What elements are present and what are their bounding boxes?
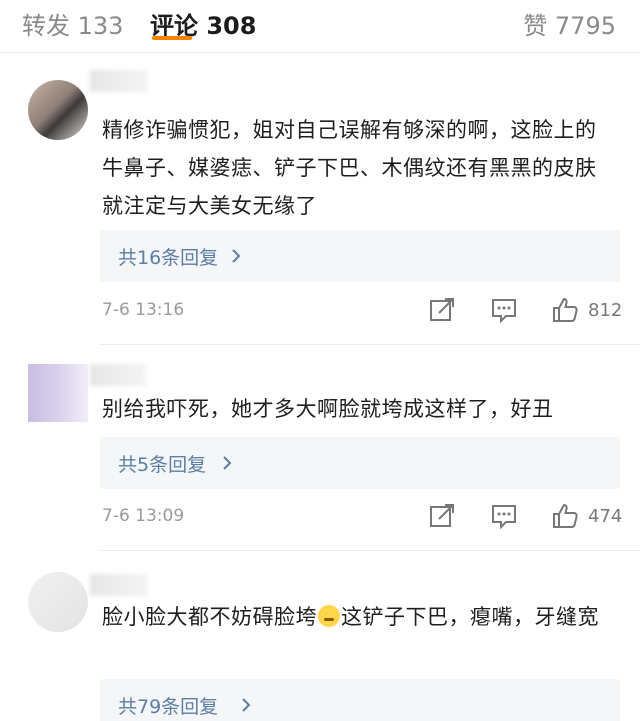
active-tab-indicator <box>152 36 192 40</box>
tab-likes[interactable]: 赞 7795 <box>523 6 616 41</box>
replies-link[interactable]: 共16条回复 <box>100 230 620 282</box>
thinking-face-emoji-icon <box>318 605 340 627</box>
comment-divider <box>100 344 640 345</box>
like-count: 474 <box>588 506 623 527</box>
username-blurred[interactable] <box>90 70 148 92</box>
share-icon[interactable] <box>428 296 456 324</box>
comment-text: 别给我吓死，她才多大啊脸就垮成这样了，好丑 <box>102 397 554 421</box>
like-icon[interactable] <box>551 502 579 530</box>
avatar[interactable] <box>28 80 88 140</box>
like-count: 812 <box>588 300 623 321</box>
comment-icon[interactable] <box>490 502 518 530</box>
replies-link[interactable]: 共5条回复 <box>100 437 620 489</box>
share-icon[interactable] <box>428 502 456 530</box>
username-blurred[interactable] <box>90 574 148 596</box>
avatar[interactable] <box>28 572 88 632</box>
username-blurred[interactable] <box>90 364 146 386</box>
comment-text: 精修诈骗惯犯，姐对自己误解有够深的啊，这脸上的牛鼻子、媒婆痣、铲子下巴、木偶纹还… <box>102 118 597 218</box>
timestamp: 7-6 13:16 <box>102 300 185 320</box>
comment-text: 脸小脸大都不妨碍脸垮 这铲子下巴，瘪嘴，牙缝宽 <box>102 598 612 636</box>
like-icon[interactable] <box>551 296 579 324</box>
comment-text-part: 这铲子下巴，瘪嘴，牙缝宽 <box>341 605 599 629</box>
chevron-right-icon <box>232 249 241 263</box>
comment-text-part: 脸小脸大都不妨碍脸垮 <box>102 605 317 629</box>
comment-divider <box>100 550 640 551</box>
chevron-right-icon <box>223 456 232 470</box>
comment-footer: 7-6 13:16 812 <box>0 296 640 326</box>
comment-icon[interactable] <box>490 296 518 324</box>
comment-footer: 7-6 13:09 474 <box>0 502 640 532</box>
tabs-divider <box>0 52 640 53</box>
replies-link[interactable]: 共79条回复 <box>100 679 620 721</box>
timestamp: 7-6 13:09 <box>102 506 185 526</box>
tab-repost[interactable]: 转发 133 <box>22 6 123 41</box>
avatar[interactable] <box>28 364 88 422</box>
comment-tabs: 转发 133 评论 308 赞 7795 <box>0 0 640 53</box>
chevron-right-icon <box>242 698 251 712</box>
